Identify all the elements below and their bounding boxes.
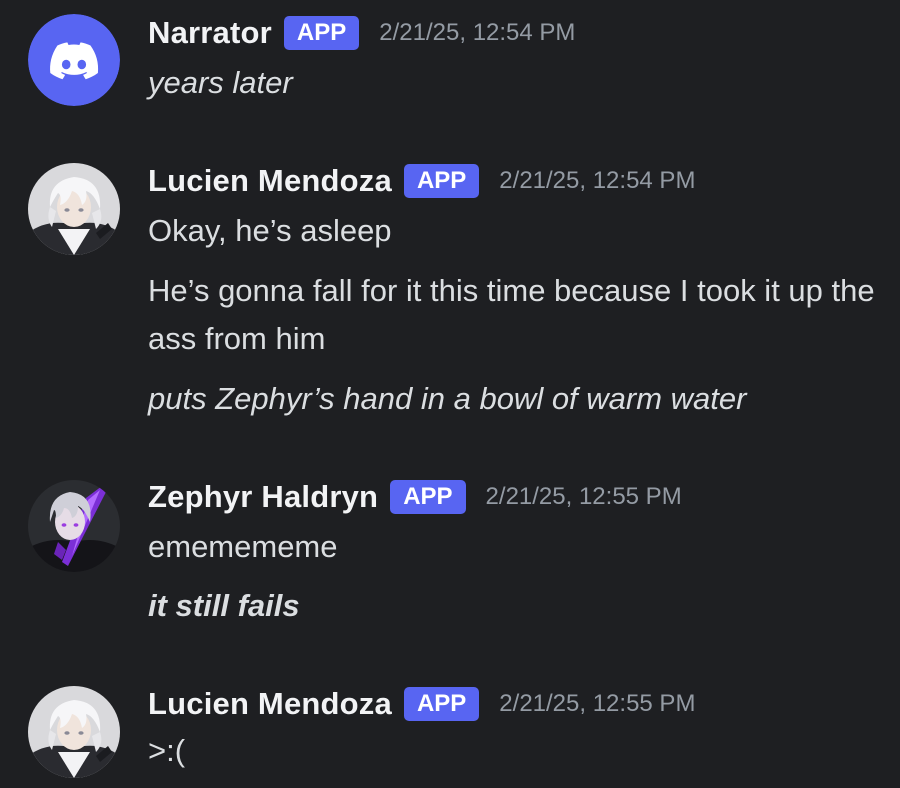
app-badge: APP <box>390 480 466 514</box>
message-content: it still fails <box>148 588 300 623</box>
app-badge: APP <box>403 164 480 198</box>
username[interactable]: Zephyr Haldryn <box>148 479 378 515</box>
message-header: Lucien Mendoza APP 2/21/25, 12:54 PM <box>148 161 695 201</box>
discord-logo-icon <box>28 14 120 106</box>
avatar[interactable] <box>28 686 120 778</box>
message-content: He’s gonna fall for it this time because… <box>148 273 875 356</box>
username[interactable]: Lucien Mendoza <box>148 686 392 722</box>
username[interactable]: Lucien Mendoza <box>148 163 392 199</box>
purple-sword-character-avatar-icon <box>28 480 120 572</box>
timestamp[interactable]: 2/21/25, 12:54 PM <box>379 19 575 47</box>
timestamp[interactable]: 2/21/25, 12:55 PM <box>486 483 682 511</box>
avatar[interactable] <box>28 480 120 572</box>
username[interactable]: Narrator <box>148 15 272 51</box>
app-badge: APP <box>283 16 360 50</box>
message-content: Okay, he’s asleep <box>148 213 392 248</box>
message-content: >:( <box>148 733 186 768</box>
message-content: ememememe <box>148 529 338 564</box>
app-badge: APP <box>403 687 480 721</box>
white-haired-character-avatar-icon <box>28 686 120 778</box>
timestamp[interactable]: 2/21/25, 12:54 PM <box>499 167 695 195</box>
avatar[interactable] <box>28 14 120 106</box>
message-header: Lucien Mendoza APP 2/21/25, 12:55 PM <box>148 684 695 724</box>
timestamp[interactable]: 2/21/25, 12:55 PM <box>499 690 695 718</box>
message-content: puts Zephyr’s hand in a bowl of warm wat… <box>148 381 747 416</box>
white-haired-character-avatar-icon <box>28 163 120 255</box>
message-content: years later <box>148 65 293 100</box>
avatar[interactable] <box>28 163 120 255</box>
message-header: Narrator APP 2/21/25, 12:54 PM <box>148 13 575 53</box>
message-header: Zephyr Haldryn APP 2/21/25, 12:55 PM <box>148 477 682 517</box>
message-list: Narrator APP 2/21/25, 12:54 PM years lat… <box>0 0 900 788</box>
